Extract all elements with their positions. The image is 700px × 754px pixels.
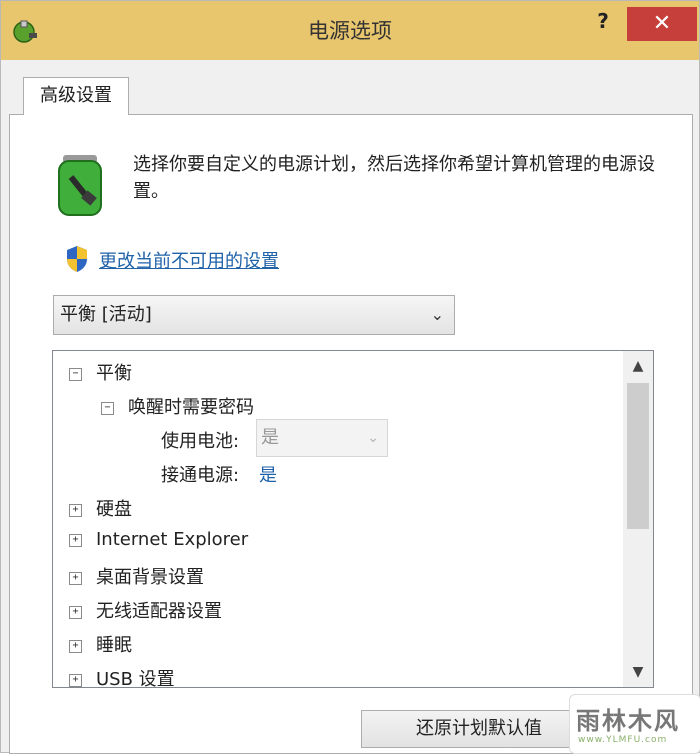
battery-icon	[58, 155, 102, 216]
tree-node-usb-settings[interactable]: + USB 设置	[69, 665, 175, 688]
scroll-down-icon[interactable]: ▼	[623, 657, 653, 687]
watermark-logo: 雨林木风 www.YLMFU.com	[569, 694, 700, 754]
on-battery-label: 使用电池:	[161, 431, 240, 452]
settings-tree[interactable]: − 平衡 − 唤醒时需要密码 使用电池: 是 ⌄ 接通电源: 是 + 硬盘 + Inte…	[52, 350, 654, 688]
expand-icon[interactable]: +	[69, 639, 82, 653]
tree-node-label: 无线适配器设置	[96, 601, 222, 622]
shield-icon	[67, 246, 87, 272]
chevron-down-icon: ⌄	[430, 305, 444, 324]
expand-icon[interactable]: +	[69, 571, 82, 585]
tree-node-wake-password[interactable]: − 唤醒时需要密码	[101, 393, 254, 419]
title-bar[interactable]: 电源选项 ? ✕	[1, 1, 699, 60]
restore-defaults-button[interactable]: 还原计划默认值	[361, 710, 597, 748]
help-button[interactable]: ?	[587, 7, 619, 35]
tree-node-hard-disk[interactable]: + 硬盘	[69, 495, 132, 521]
plugged-in-value[interactable]: 是	[259, 461, 277, 487]
tree-node-internet-explorer[interactable]: + Internet Explorer	[69, 529, 248, 550]
tree-node-label: 睡眠	[96, 635, 132, 656]
vertical-scrollbar[interactable]: ▲ ▼	[623, 351, 653, 687]
plugged-in-label: 接通电源:	[161, 465, 240, 486]
expand-icon[interactable]: +	[69, 673, 82, 687]
power-plan-select[interactable]: 平衡 [活动] ⌄	[53, 295, 455, 335]
collapse-icon[interactable]: −	[101, 401, 114, 415]
watermark-url: www.YLMFU.com	[578, 735, 668, 745]
power-options-window: 电源选项 ? ✕ 高级设置 选择你要自定义的电源计划，然后选择你希望计算机管理的…	[0, 0, 700, 754]
scroll-up-icon[interactable]: ▲	[623, 351, 653, 381]
tree-node-label: Internet Explorer	[96, 529, 249, 550]
expand-icon[interactable]: +	[69, 605, 82, 619]
on-battery-value: 是	[261, 427, 279, 448]
tree-node-label: 硬盘	[96, 499, 132, 520]
power-plan-select-value: 平衡 [活动]	[60, 304, 152, 325]
description-text: 选择你要自定义的电源计划，然后选择你希望计算机管理的电源设置。	[133, 154, 655, 202]
watermark-text: 雨林木风	[576, 707, 680, 735]
on-battery-select[interactable]: 是 ⌄	[256, 419, 388, 457]
expand-icon[interactable]: +	[69, 533, 82, 547]
tree-node-label: 桌面背景设置	[96, 567, 204, 588]
tree-node-desktop-background[interactable]: + 桌面背景设置	[69, 563, 204, 589]
tree-node-label: 唤醒时需要密码	[128, 397, 254, 418]
expand-icon[interactable]: +	[69, 503, 82, 517]
collapse-icon[interactable]: −	[69, 367, 82, 381]
close-button[interactable]: ✕	[627, 7, 697, 41]
tab-advanced-settings[interactable]: 高级设置	[23, 77, 129, 115]
chevron-down-icon: ⌄	[367, 430, 379, 446]
tree-node-label: USB 设置	[96, 669, 175, 688]
tree-node-sleep[interactable]: + 睡眠	[69, 631, 132, 657]
change-unavailable-settings-link[interactable]: 更改当前不可用的设置	[99, 247, 279, 273]
scroll-thumb[interactable]	[627, 383, 649, 529]
tree-node-wireless-adapter[interactable]: + 无线适配器设置	[69, 597, 222, 623]
tree-node-label: 平衡	[96, 363, 132, 384]
tree-node-balanced[interactable]: − 平衡	[69, 359, 132, 385]
